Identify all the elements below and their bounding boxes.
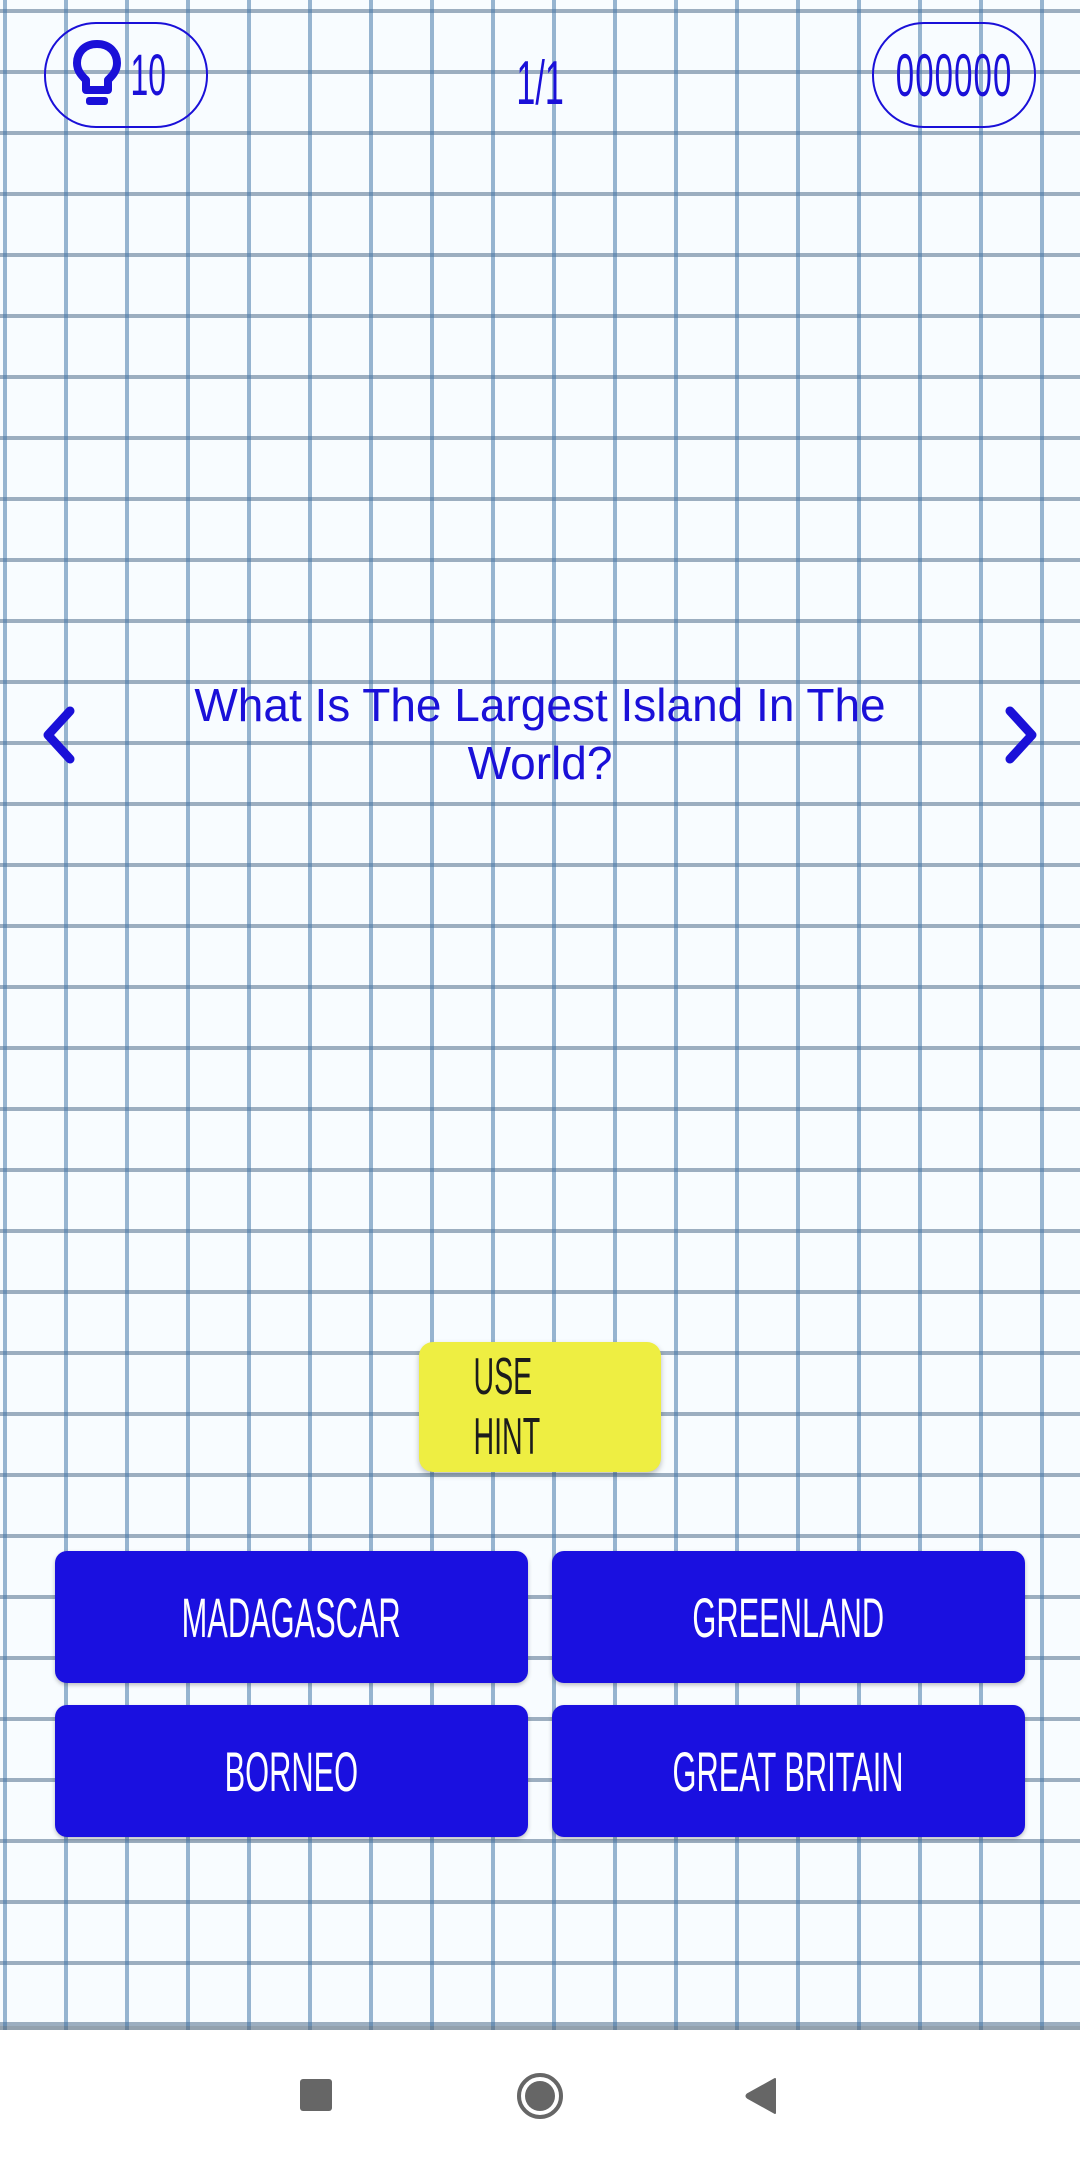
previous-question-button[interactable]	[28, 700, 88, 770]
answer-option-borneo[interactable]: BORNEO	[55, 1705, 528, 1837]
lightbulb-icon	[72, 39, 122, 111]
hints-counter[interactable]: 10	[44, 22, 208, 128]
recents-button[interactable]	[300, 2079, 332, 2111]
circle-icon	[517, 2073, 563, 2119]
score-value: 000000	[895, 41, 1013, 109]
chevron-left-icon	[43, 706, 75, 764]
score-display: 000000	[872, 22, 1036, 128]
use-hint-button[interactable]: USE HINT	[419, 1342, 661, 1472]
answer-option-madagascar[interactable]: MADAGASCAR	[55, 1551, 528, 1683]
triangle-back-icon	[745, 2078, 776, 2114]
question-text: What Is The Largest Island In The World?	[194, 679, 886, 789]
home-button[interactable]	[516, 2072, 564, 2120]
next-question-button[interactable]	[992, 700, 1052, 770]
hints-count: 10	[130, 42, 166, 108]
chevron-right-icon	[1005, 706, 1037, 764]
answer-options: MADAGASCAR GREENLAND BORNEO GREAT BRITAI…	[55, 1551, 1025, 1837]
answer-option-greenland[interactable]: GREENLAND	[552, 1551, 1025, 1683]
question-progress: 1/1	[516, 49, 564, 118]
back-button[interactable]	[745, 2077, 777, 2115]
answer-option-great-britain[interactable]: GREAT BRITAIN	[552, 1705, 1025, 1837]
